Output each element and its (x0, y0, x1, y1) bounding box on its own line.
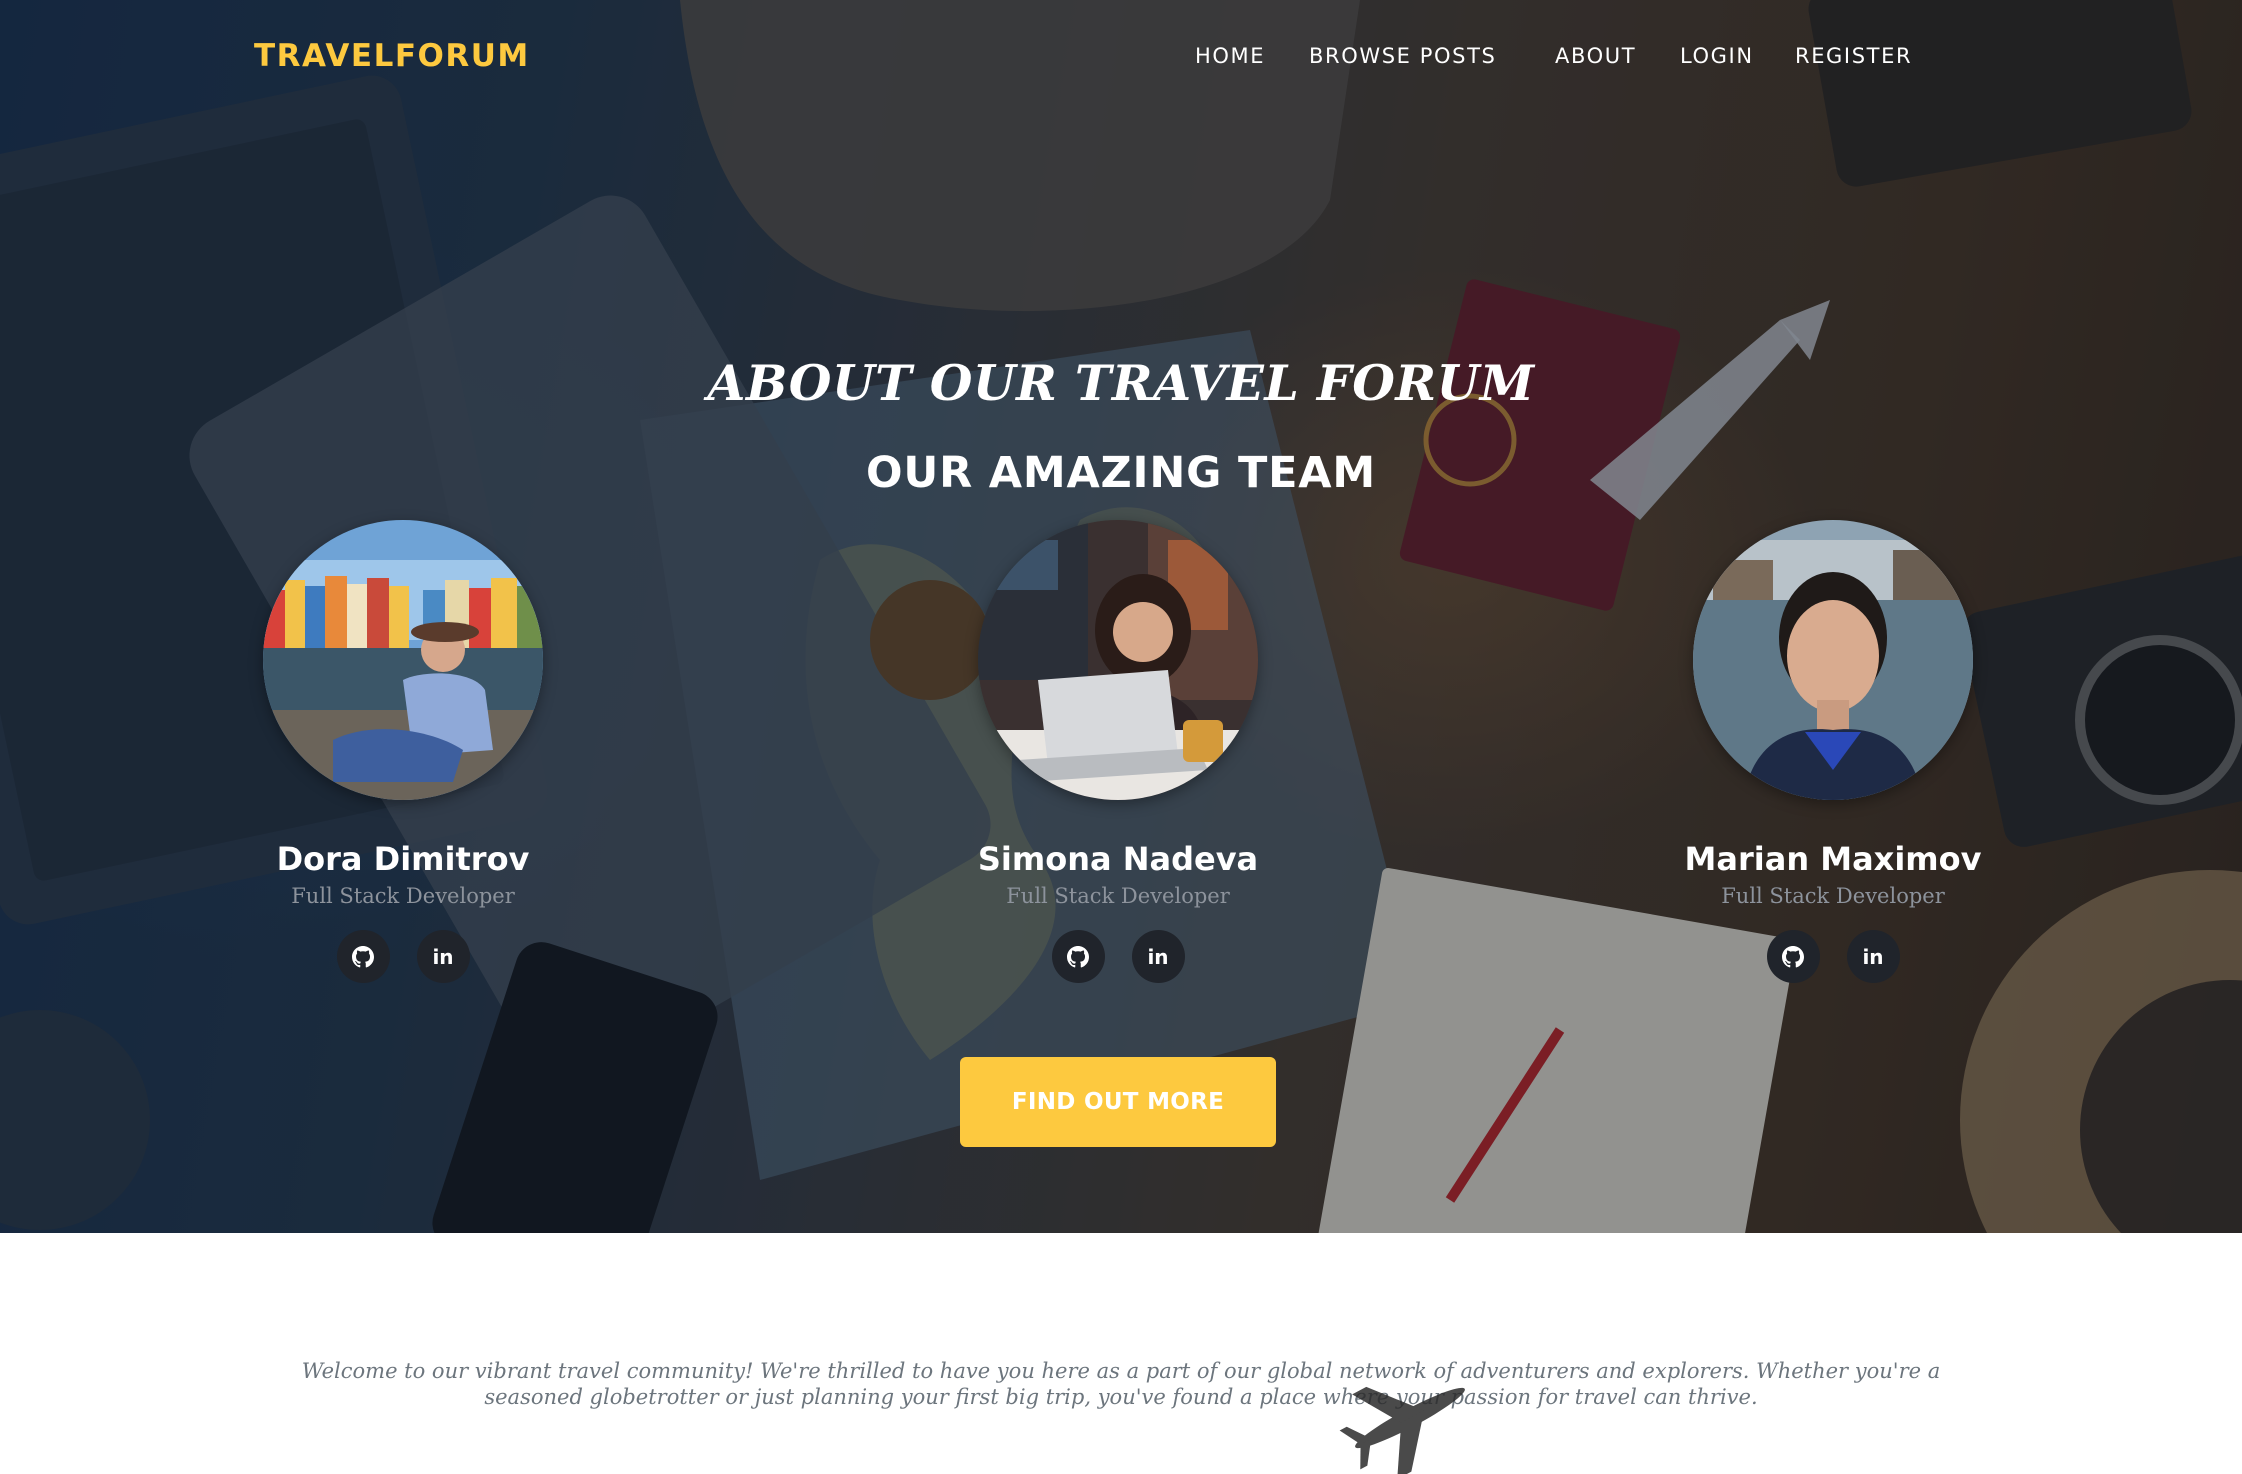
member-name: Simona Nadeva (977, 840, 1259, 878)
member-name: Dora Dimitrov (276, 840, 530, 878)
nav-browse-posts[interactable]: BROWSE POSTS (1309, 44, 1496, 68)
team-heading: OUR AMAZING TEAM (866, 448, 1376, 498)
linkedin-button[interactable]: in (1131, 930, 1185, 983)
social-links: in (1623, 930, 2043, 983)
linkedin-icon: in (1147, 944, 1169, 969)
harbor-portrait-photo (263, 520, 543, 800)
social-links: in (908, 930, 1328, 983)
laptop-portrait-photo (978, 520, 1258, 800)
github-icon (352, 945, 374, 967)
member-avatar (1693, 520, 1973, 800)
linkedin-icon: in (1862, 944, 1884, 969)
linkedin-button[interactable]: in (1846, 930, 1900, 983)
github-icon (1782, 945, 1804, 967)
find-out-more-button[interactable]: FIND OUT MORE (960, 1057, 1276, 1147)
github-button[interactable] (336, 930, 390, 983)
member-role: Full Stack Developer (1721, 884, 1945, 908)
river-portrait-photo (1693, 520, 1973, 800)
member-role: Full Stack Developer (1006, 884, 1230, 908)
linkedin-button[interactable]: in (416, 930, 470, 983)
nav-about[interactable]: ABOUT (1555, 44, 1636, 68)
nav-register[interactable]: REGISTER (1795, 44, 1912, 68)
team-member-card: Marian Maximov Full Stack Developer in (1623, 520, 2043, 983)
team-member-card: Simona Nadeva Full Stack Developer in (908, 520, 1328, 983)
member-avatar (263, 520, 543, 800)
member-name: Marian Maximov (1684, 840, 1982, 878)
github-icon (1067, 945, 1089, 967)
team-member-card: Dora Dimitrov Full Stack Developer in (193, 520, 613, 983)
linkedin-icon: in (432, 944, 454, 969)
github-button[interactable] (1051, 930, 1105, 983)
main-navigation: HOME BROWSE POSTS ABOUT LOGIN REGISTER (0, 44, 2242, 74)
page-title: ABOUT OUR TRAVEL FORUM (707, 354, 1535, 412)
social-links: in (193, 930, 613, 983)
welcome-text: Welcome to our vibrant travel community!… (301, 1359, 1941, 1409)
hero-section: TRAVELFORUM HOME BROWSE POSTS ABOUT LOGI… (0, 0, 2242, 1233)
member-avatar (978, 520, 1258, 800)
airplane-icon (1339, 1386, 1465, 1474)
member-role: Full Stack Developer (291, 884, 515, 908)
nav-login[interactable]: LOGIN (1680, 44, 1754, 68)
github-button[interactable] (1766, 930, 1820, 983)
nav-home[interactable]: HOME (1195, 44, 1265, 68)
